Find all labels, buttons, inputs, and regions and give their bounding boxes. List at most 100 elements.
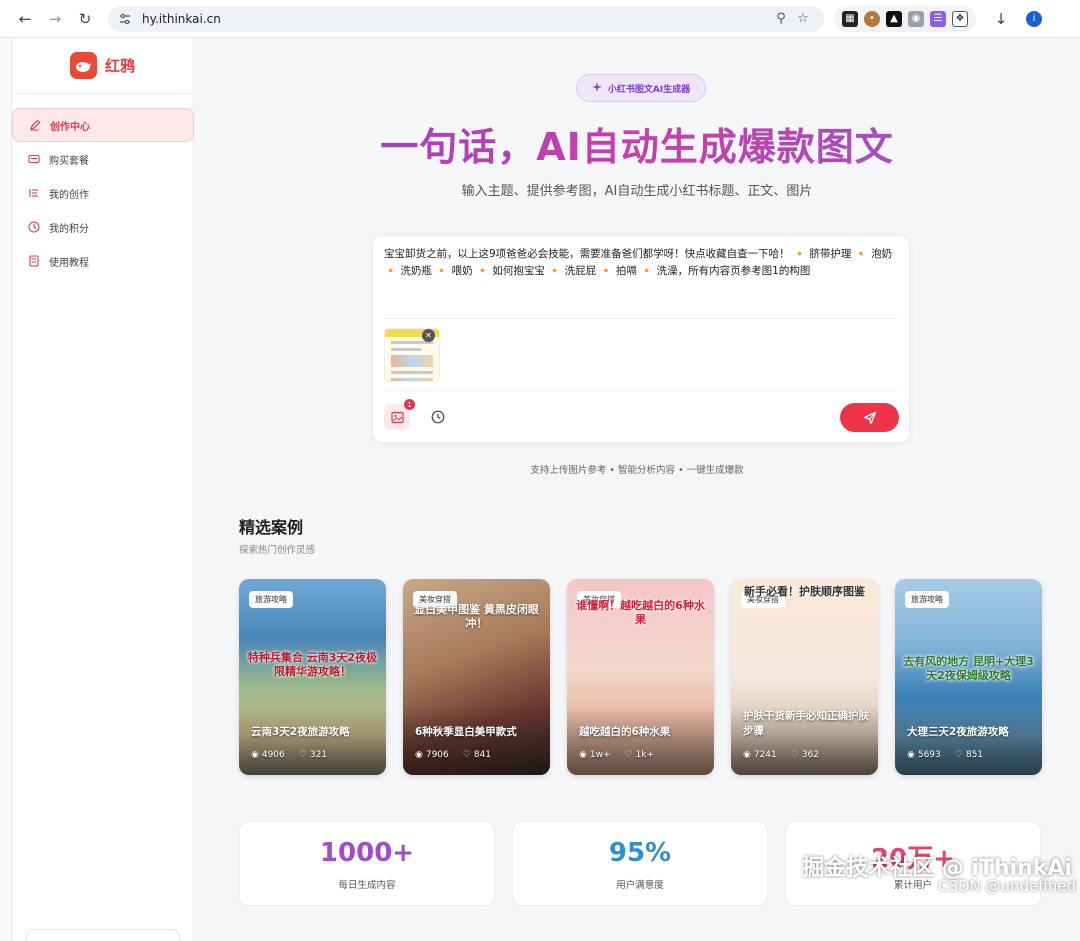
case-banner-text: 谁懂啊！越吃越白的6种水果 (576, 599, 705, 626)
sidebar-item-label: 使用教程 (49, 257, 89, 269)
back-icon[interactable]: ← (12, 6, 38, 32)
stat-card: 1000+ 每日生成内容 (239, 821, 495, 906)
list-icon (28, 187, 40, 199)
extensions-bar: ▦ • ▲ ◉ ☰ ❖ (834, 5, 976, 32)
case-card[interactable]: 旅游攻略 去有风的地方 昆明+大理3天2夜保姆级攻略 大理三天2夜旅游攻略 ◉ 5… (895, 579, 1042, 775)
like-count: 1k+ (635, 750, 655, 760)
extension-cookie-icon[interactable]: • (864, 10, 880, 27)
sidebar-user-panel[interactable] (26, 929, 180, 941)
hero-title: 一句话，AI自动生成爆款图文 (194, 116, 1080, 171)
case-stats: ◉ 5693 ♡ 851 (907, 750, 983, 760)
eye-icon: ◉ (907, 750, 915, 760)
like-count: 851 (965, 750, 984, 760)
sidebar-menu: 创作中心 购买套餐 我的创作 我的积分 使用教程 (12, 108, 194, 278)
like-count: 841 (473, 750, 492, 760)
history-button[interactable] (425, 404, 451, 430)
watermark-secondary: CSDN @undefined (937, 877, 1076, 895)
sidebar-item-label: 购买套餐 (49, 155, 89, 167)
prompt-input[interactable]: 宝宝卸货之前，以上这9项爸爸必会技能，需要准备爸们都学呀！快点收藏自查一下哈！ … (384, 246, 902, 280)
case-stats: ◉ 1w+ ♡ 1k+ (579, 750, 654, 760)
section-subtitle: 探索热门创作灵感 (239, 545, 316, 556)
heart-icon: ♡ (624, 750, 633, 760)
profile-avatar[interactable]: i (1026, 10, 1042, 27)
extensions-puzzle-icon[interactable]: ❖ (952, 10, 968, 27)
sidebar-item-my-creations[interactable]: 我的创作 (12, 176, 193, 210)
browser-toolbar: ← → ↻ hy.ithinkai.cn ⚲ ☆ ▦ • ▲ ◉ ☰ ❖ ↓ i (0, 0, 1080, 38)
card-icon (28, 153, 40, 165)
case-stats: ◉ 4906 ♡ 321 (251, 750, 327, 760)
clock-icon (431, 410, 445, 424)
case-caption: 云南3天2夜旅游攻略 (251, 726, 350, 738)
zoom-icon[interactable]: ⚲ (770, 11, 792, 26)
case-caption: 6种秋季显白美甲款式 (415, 726, 517, 738)
case-banner-text: 新手必看！护肤顺序图鉴 (744, 585, 865, 598)
sidebar: 红鸦 创作中心 购买套餐 我的创作 我的积分 使用教程 (12, 38, 194, 941)
divider (384, 390, 898, 391)
heart-icon: ♡ (462, 750, 471, 760)
like-count: 362 (801, 750, 820, 760)
eye-icon: ◉ (251, 750, 259, 760)
send-button[interactable] (840, 403, 899, 432)
address-bar[interactable]: hy.ithinkai.cn ⚲ ☆ (108, 5, 824, 32)
hero-subtitle: 输入主题、提供参考图，AI自动生成小红书标题、正文、图片 (461, 184, 813, 199)
remove-image-icon[interactable]: ✕ (422, 329, 435, 342)
section-title: 精选案例 (239, 518, 304, 537)
case-caption: 越吃越白的6种水果 (579, 726, 671, 738)
stat-value: 1000+ (319, 838, 415, 868)
extension-1-icon[interactable]: ▦ (842, 10, 858, 27)
case-caption: 大理三天2夜旅游攻略 (907, 726, 1009, 738)
stat-label: 每日生成内容 (338, 880, 396, 891)
case-card[interactable]: 美妆穿搭 谁懂啊！越吃越白的6种水果 越吃越白的6种水果 ◉ 1w+ ♡ 1k+ (567, 579, 714, 775)
eye-icon: ◉ (415, 750, 423, 760)
sidebar-item-tutorial[interactable]: 使用教程 (12, 244, 193, 278)
reload-icon[interactable]: ↻ (72, 6, 98, 32)
brand[interactable]: 红鸦 (12, 38, 193, 94)
left-gutter (0, 38, 12, 941)
sidebar-item-label: 我的积分 (49, 223, 89, 235)
extension-camera-icon[interactable]: ◉ (908, 10, 924, 27)
heart-icon: ♡ (298, 750, 307, 760)
case-tag: 旅游攻略 (905, 591, 949, 608)
download-icon[interactable]: ↓ (988, 6, 1014, 32)
sidebar-item-label: 我的创作 (49, 189, 89, 201)
eye-icon: ◉ (579, 750, 587, 760)
eye-icon: ◉ (743, 750, 751, 760)
view-count: 5693 (917, 750, 941, 760)
clock-icon (28, 221, 40, 233)
case-tag: 旅游攻略 (249, 591, 293, 608)
image-count-badge: 1 (404, 399, 415, 410)
image-icon (390, 411, 404, 423)
like-count: 321 (309, 750, 328, 760)
case-card[interactable]: 美妆穿搭 显白美甲图鉴 黄黑皮闭眼冲！ 6种秋季显白美甲款式 ◉ 7906 ♡ 84… (403, 579, 550, 775)
view-count: 7906 (425, 750, 449, 760)
badge-label: 小红书图文AI生成器 (607, 84, 691, 95)
product-badge: 小红书图文AI生成器 (576, 74, 706, 102)
case-card[interactable]: 旅游攻略 特种兵集合 云南3天2夜极限精华游攻略！ 云南3天2夜旅游攻略 ◉ 49… (239, 579, 386, 775)
sidebar-item-create[interactable]: 创作中心 (12, 108, 194, 142)
site-info-icon[interactable] (118, 12, 132, 26)
case-banner-text: 去有风的地方 昆明+大理3天2夜保姆级攻略 (903, 655, 1034, 682)
sidebar-item-purchase[interactable]: 购买套餐 (12, 142, 193, 176)
case-banner-text: 显白美甲图鉴 黄黑皮闭眼冲！ (414, 603, 539, 630)
prompt-composer: 宝宝卸货之前，以上这9项爸爸必会技能，需要准备爸们都学呀！快点收藏自查一下哈！ … (372, 235, 910, 443)
book-icon (28, 255, 40, 267)
support-text: 支持上传图片参考 • 智能分析内容 • 一键生成爆款 (530, 465, 744, 476)
case-banner-text: 特种兵集合 云南3天2夜极限精华游攻略！ (247, 651, 378, 678)
pencil-icon (29, 119, 41, 131)
main-content: 小红书图文AI生成器 一句话，AI自动生成爆款图文 输入主题、提供参考图，AI自… (194, 38, 1080, 941)
case-stats: ◉ 7241 ♡ 362 (743, 750, 819, 760)
url-text[interactable]: hy.ithinkai.cn (142, 12, 770, 26)
extension-3-icon[interactable]: ▲ (886, 10, 902, 27)
send-icon (863, 411, 876, 424)
sparkle-icon (591, 81, 602, 95)
case-card[interactable]: 美妆穿搭 新手必看！护肤顺序图鉴 护肤干货新手必知正确护肤步骤 ◉ 7241 ♡ 3… (731, 579, 878, 775)
forward-icon[interactable]: → (42, 6, 68, 32)
sidebar-item-label: 创作中心 (50, 121, 90, 133)
sidebar-item-my-points[interactable]: 我的积分 (12, 210, 193, 244)
heart-icon: ♡ (954, 750, 963, 760)
divider (384, 318, 898, 319)
bookmark-star-icon[interactable]: ☆ (792, 11, 814, 26)
view-count: 7241 (753, 750, 777, 760)
stat-label: 用户满意度 (616, 880, 664, 891)
extension-doc-icon[interactable]: ☰ (930, 10, 946, 27)
